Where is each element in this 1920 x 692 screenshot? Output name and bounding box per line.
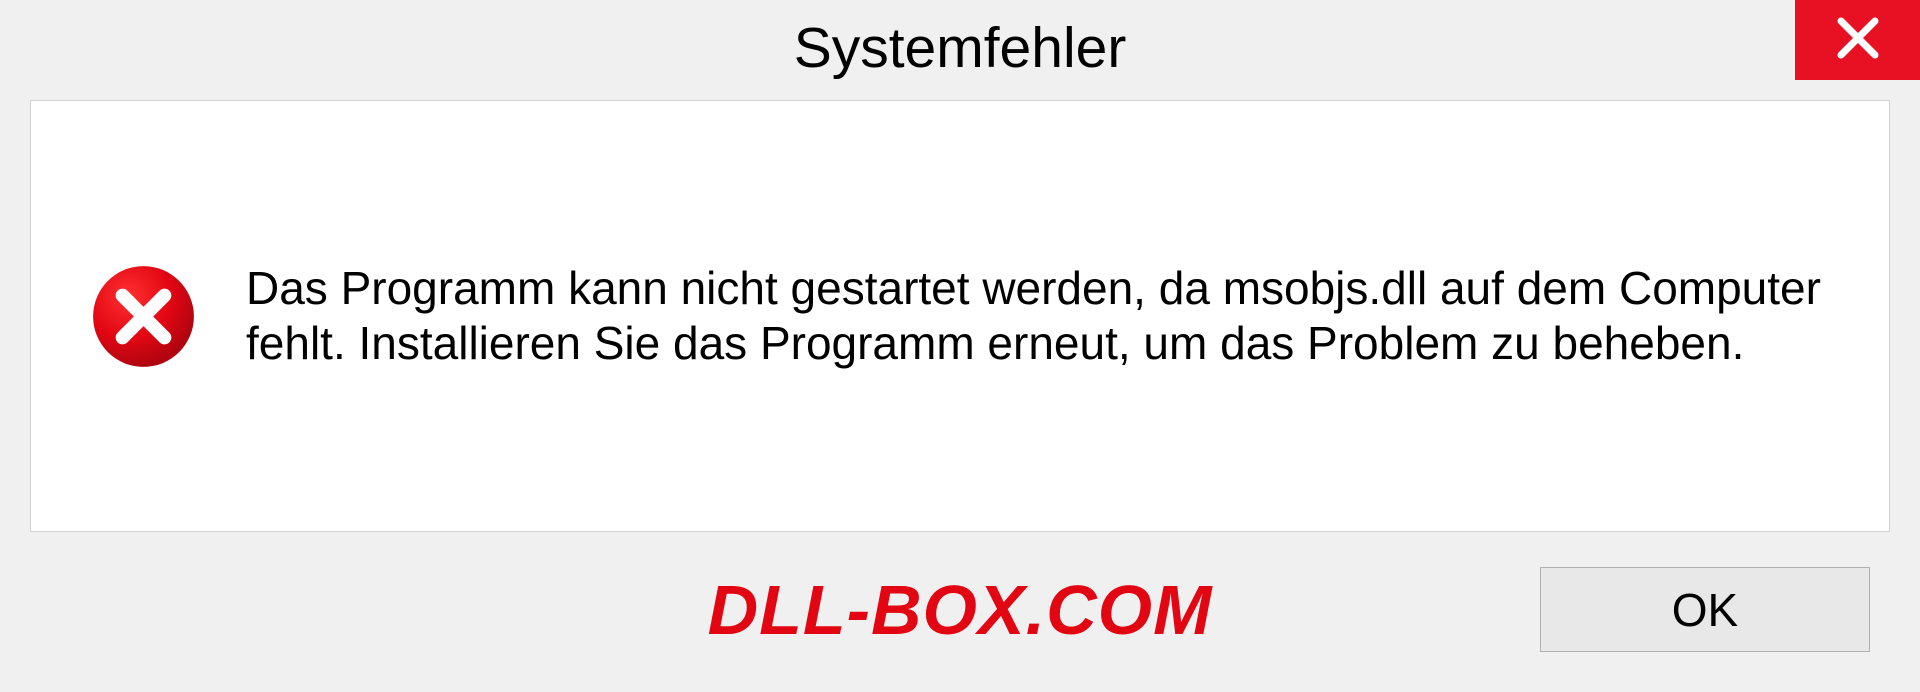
ok-button[interactable]: OK (1540, 567, 1870, 652)
titlebar: Systemfehler (0, 0, 1920, 95)
dialog-footer: DLL-BOX.COM OK (0, 552, 1920, 692)
close-icon (1833, 13, 1883, 68)
error-icon (91, 264, 196, 369)
content-panel: Das Programm kann nicht gestartet werden… (30, 100, 1890, 532)
error-dialog: Systemfehler (0, 0, 1920, 692)
dialog-title: Systemfehler (794, 15, 1127, 81)
watermark-text: DLL-BOX.COM (708, 570, 1213, 650)
close-button[interactable] (1795, 0, 1920, 80)
error-message: Das Programm kann nicht gestartet werden… (246, 261, 1829, 371)
